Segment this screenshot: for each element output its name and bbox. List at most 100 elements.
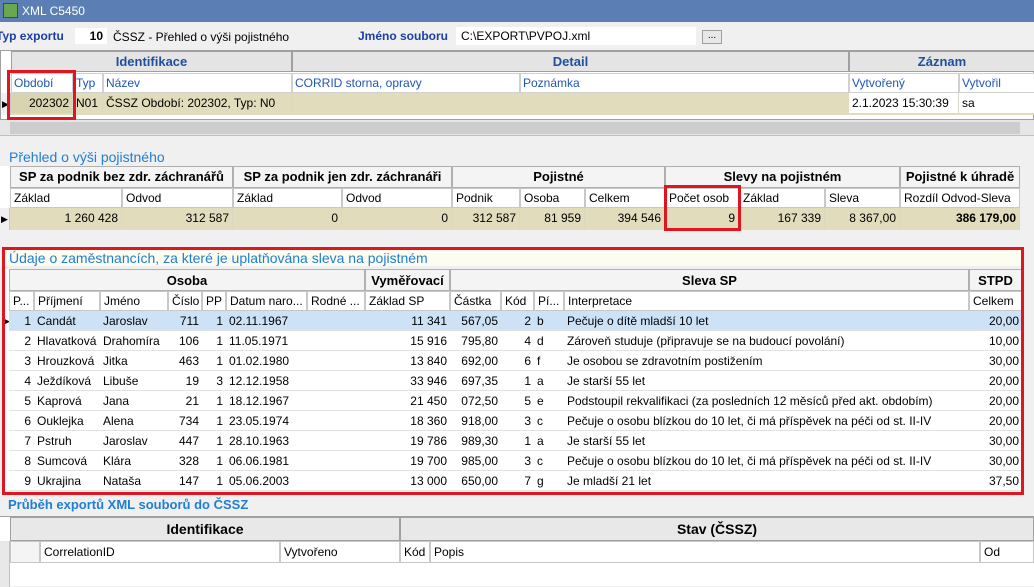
employee-row[interactable]: 3 Hrouzková Jitka 463 1 01.02.1980 13 840 692,0…	[9, 351, 1022, 371]
prehled-row[interactable]: 1 260 428 312 587 0 0 312 587 81 959 394…	[10, 208, 1020, 230]
cell-zaklad-sp: 19 700	[410, 454, 447, 468]
cell-cislo: 463	[178, 354, 199, 368]
cell-pismeno: e	[537, 394, 544, 408]
cell-pismeno: a	[537, 434, 544, 448]
cell-prijmeni: Ježdíková	[37, 374, 92, 388]
cell-cislo: 734	[178, 414, 199, 428]
jmeno-souboru-label: Jméno souboru	[358, 29, 449, 43]
cell-stpd-celkem: 30,00	[988, 434, 1019, 448]
col-vytvoreny[interactable]: Vytvořený	[849, 73, 959, 93]
cell-poradi: 6	[24, 414, 31, 428]
cell-pp: 1	[216, 474, 223, 488]
col-correlation-id[interactable]: CorrelationID	[40, 541, 280, 563]
col-pismeno[interactable]: Pí...	[534, 291, 564, 311]
cell-jmeno: Nataša	[103, 474, 142, 488]
cell-pismeno: c	[537, 414, 543, 428]
col-typ[interactable]: Typ	[73, 73, 103, 93]
app-icon	[3, 3, 18, 18]
cell-datum-narozeni: 28.10.1963	[229, 434, 290, 448]
val-podnik: 312 587	[452, 208, 520, 228]
cell-prijmeni: Ukrajina	[37, 474, 82, 488]
col-zaklad-jen[interactable]: Základ	[233, 188, 342, 208]
cell-datum-narozeni: 02.11.1967	[229, 314, 289, 328]
col-interpretace[interactable]: Interpretace	[564, 291, 969, 311]
col-poradi[interactable]: P...	[9, 291, 34, 311]
cell-interpretace: Je osobou se zdravotním postižením	[567, 354, 763, 368]
col-podnik[interactable]: Podnik	[452, 188, 520, 208]
col-stav-kod[interactable]: Kód	[400, 541, 430, 563]
cell-prijmeni: Kaprová	[37, 394, 82, 408]
browse-button[interactable]: ...	[702, 30, 722, 44]
employee-row[interactable]: 1 Candát Jaroslav 711 1 02.11.1967 11 341 567,0…	[9, 311, 1022, 331]
employee-row[interactable]: 6 Ouklejka Alena 734 1 23.05.1974 18 360 918,00…	[9, 411, 1022, 431]
cell-jmeno: Drahomíra	[103, 334, 160, 348]
col-zaklad-bez[interactable]: Základ	[10, 188, 122, 208]
col-celkem[interactable]: Celkem	[585, 188, 665, 208]
col-stpd-celkem[interactable]: Celkem	[969, 291, 1022, 311]
cell-zaklad-sp: 21 450	[410, 394, 447, 408]
band-sp-bez: SP za podnik bez zdr. záchranářů	[10, 166, 233, 188]
employee-row[interactable]: 9 Ukrajina Nataša 147 1 05.06.2003 13 000 650,0…	[9, 471, 1022, 491]
col-pocet-osob[interactable]: Počet osob	[665, 188, 739, 208]
cell-rodne-cislo	[307, 471, 365, 491]
col-zaklad-slevy[interactable]: Základ	[739, 188, 825, 208]
band-k-uhrade: Pojistné k úhradě	[900, 166, 1020, 188]
col-odvod-jen[interactable]: Odvod	[342, 188, 452, 208]
col-kod[interactable]: Kód	[501, 291, 534, 311]
cell-cislo: 19	[185, 374, 199, 388]
cell-prijmeni: Sumcová	[37, 454, 88, 468]
cell-prijmeni: Pstruh	[37, 434, 72, 448]
cell-poradi: 1	[24, 314, 31, 328]
scrollbar-thumb[interactable]	[10, 122, 1020, 134]
col-sleva[interactable]: Sleva	[825, 188, 900, 208]
col-jmeno[interactable]: Jméno	[100, 291, 168, 311]
col-vytvoril[interactable]: Vytvořil	[959, 73, 1034, 93]
jmeno-souboru-field[interactable]: C:\EXPORT\PVPOJ.xml	[456, 27, 696, 45]
cell-kod: 7	[524, 474, 531, 488]
val-odvod-jen: 0	[342, 208, 452, 228]
col-odvod-bez[interactable]: Odvod	[122, 188, 233, 208]
horizontal-scrollbar[interactable]	[0, 120, 1034, 136]
cell-nazev: ČSSZ Období: 202302, Typ: N0	[103, 93, 292, 113]
col-pp[interactable]: PP	[202, 291, 226, 311]
employee-row[interactable]: 4 Ježdíková Libuše 19 3 12.12.1958 33 946 697,3…	[9, 371, 1022, 391]
col-rozdil[interactable]: Rozdíl Odvod-Sleva	[900, 188, 1020, 208]
employee-row[interactable]: 8 Sumcová Klára 328 1 06.06.1981 19 700 985,00 3…	[9, 451, 1022, 471]
cell-interpretace: Je starší 55 let	[567, 434, 646, 448]
val-rozdil: 386 179,00	[900, 208, 1020, 228]
cell-jmeno: Jitka	[103, 354, 128, 368]
typ-exportu-field[interactable]: 10	[74, 27, 108, 45]
col-datum-narozeni[interactable]: Datum naro...	[226, 291, 307, 311]
col-nazev[interactable]: Název	[103, 73, 292, 93]
col-corrid[interactable]: CORRID storna, opravy	[292, 73, 520, 93]
col-prijmeni[interactable]: Příjmení	[34, 291, 100, 311]
col-poznamka[interactable]: Poznámka	[520, 73, 849, 93]
band-detail: Detail	[292, 51, 849, 72]
cell-typ: N01	[73, 93, 103, 113]
cell-rodne-cislo	[307, 311, 365, 331]
col-rodne-cislo[interactable]: Rodné ...	[307, 291, 365, 311]
cell-pp: 1	[216, 414, 223, 428]
val-osoba: 81 959	[520, 208, 585, 228]
col-stav-popis[interactable]: Popis	[430, 541, 980, 563]
cell-cislo: 328	[178, 454, 199, 468]
col-cislo[interactable]: Číslo	[168, 291, 202, 311]
cell-stpd-celkem: 30,00	[988, 354, 1019, 368]
col-vytvoreno[interactable]: Vytvořeno	[280, 541, 400, 563]
cell-pismeno: c	[537, 454, 543, 468]
typ-exportu-description: ČSSZ - Přehled o výši pojistného	[113, 30, 290, 44]
cell-interpretace: Pečuje o osobu blízkou do 10 let, či má …	[567, 414, 932, 428]
export-records-grid: Identifikace Detail Záznam Období Typ Ná…	[0, 50, 1034, 120]
band-vymerovaci: Vyměřovací	[365, 269, 450, 291]
employee-row[interactable]: 5 Kaprová Jana 21 1 18.12.1967 21 450 072,50 5 e P…	[9, 391, 1022, 411]
col-zaklad-sp[interactable]: Základ SP	[365, 291, 450, 311]
employee-row[interactable]: 7 Pstruh Jaroslav 447 1 28.10.1963 19 786 989,3…	[9, 431, 1022, 451]
col-osoba[interactable]: Osoba	[520, 188, 585, 208]
col-stav-od[interactable]: Od	[980, 541, 1034, 563]
employee-row[interactable]: 2 Hlavatková Drahomíra 106 1 11.05.1971 15 916…	[9, 331, 1022, 351]
col-castka[interactable]: Částka	[450, 291, 501, 311]
cell-poradi: 5	[24, 394, 31, 408]
window-title: XML C5450	[22, 4, 85, 18]
export-record-row[interactable]: 202302 N01 ČSSZ Období: 202302, Typ: N0 …	[11, 93, 1034, 115]
col-obdobi[interactable]: Období	[11, 73, 73, 93]
